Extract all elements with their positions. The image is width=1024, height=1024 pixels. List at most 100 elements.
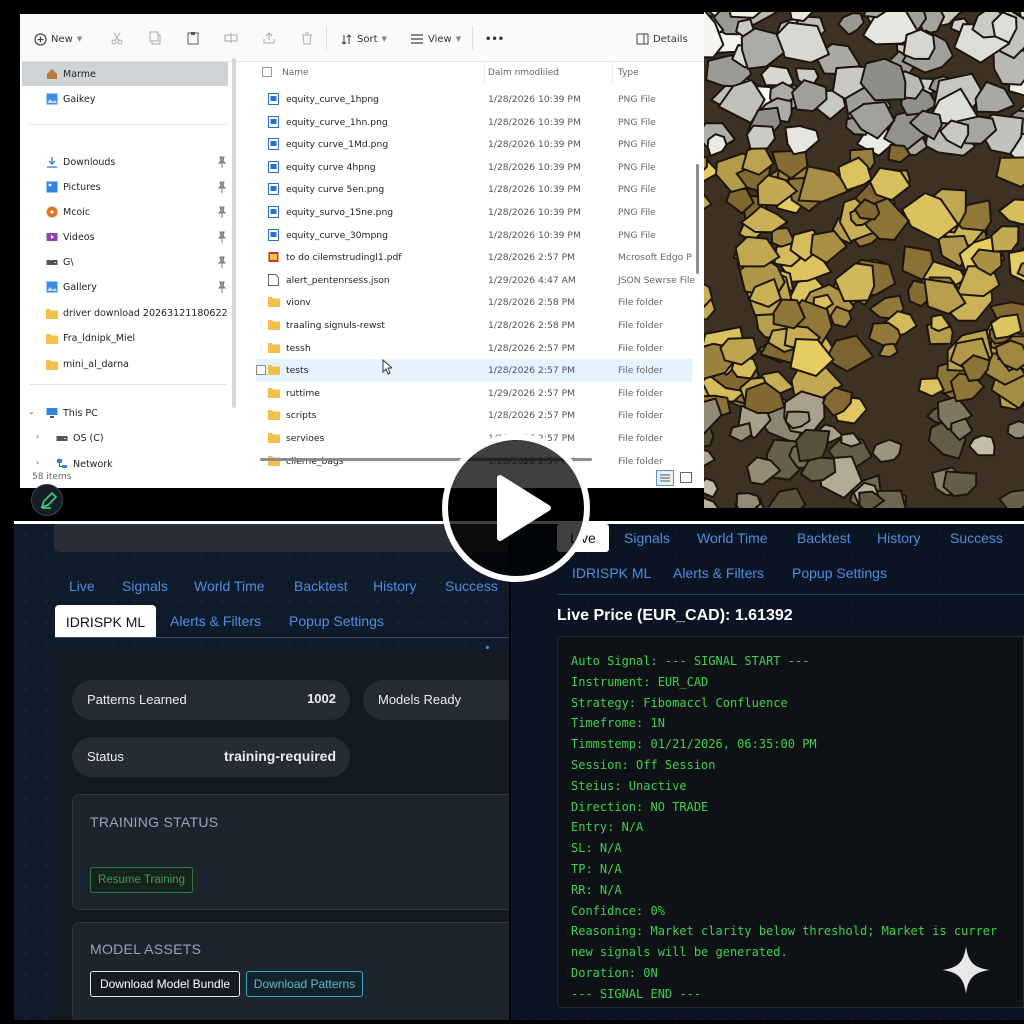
select-all-checkbox[interactable] <box>262 67 272 77</box>
nav-item-4[interactable]: Pictures <box>22 175 228 199</box>
file-type: PNG File <box>618 229 656 241</box>
chevron-right-icon[interactable]: › <box>36 458 39 467</box>
column-divider[interactable] <box>612 62 613 84</box>
file-row[interactable]: vionv 1/28/2026 2:58 PM File folder <box>256 291 692 314</box>
edit-button[interactable] <box>31 484 63 516</box>
toolbar-divider <box>326 26 327 50</box>
nav-item-9[interactable]: driver download 20263121180622Z 1- <box>22 301 228 325</box>
nav-item-8[interactable]: Gallery <box>22 275 228 299</box>
nav-item-7[interactable]: G\ <box>22 250 228 274</box>
nav-item-12[interactable]: ⌄ This PC <box>22 401 228 425</box>
share-icon[interactable] <box>262 31 276 45</box>
vertical-scrollbar[interactable] <box>696 164 699 274</box>
pin-icon[interactable] <box>217 281 227 293</box>
column-divider[interactable] <box>484 62 485 84</box>
tab-signals[interactable]: Signals <box>122 578 168 594</box>
nav-item-3[interactable]: Downlouds <box>22 150 228 174</box>
screenshot-root: New ▼ Sort ▼ View ▼ ••• Details Marme Ga… <box>0 0 1024 1024</box>
file-row[interactable]: equity_curve_1hpng 1/28/2026 10:39 PM PNG … <box>256 88 692 111</box>
column-type-header[interactable]: Type <box>618 68 639 78</box>
nav-item-5[interactable]: Mcoic <box>22 200 228 224</box>
tab-history[interactable]: History <box>373 578 417 594</box>
file-row[interactable]: traaling signuls-rewst 1/28/2026 2:58 PM F… <box>256 314 692 337</box>
file-row[interactable]: alert_pentenrsess.json 1/29/2026 4:47 AM J… <box>256 269 695 292</box>
file-row[interactable]: equity curve 4hpng 1/28/2026 10:39 PM PNG … <box>256 156 692 179</box>
file-row[interactable]: tests 1/28/2026 2:57 PM File folder <box>256 359 692 382</box>
tab-success[interactable]: Success <box>950 530 1003 546</box>
pdf-file-icon <box>268 251 279 263</box>
pin-icon[interactable] <box>217 231 227 243</box>
file-row[interactable]: to do cilemstrudingl1.pdf 1/28/2026 2:57 … <box>256 246 692 269</box>
row-checkbox[interactable] <box>256 365 266 376</box>
tab-world-time[interactable]: World Time <box>194 578 265 594</box>
sort-button[interactable]: Sort ▼ <box>340 30 387 48</box>
rename-icon[interactable] <box>224 31 238 45</box>
file-type: PNG File <box>618 139 656 151</box>
nav-item-1[interactable]: Marme <box>22 62 228 86</box>
nav-item-2[interactable]: Gaikey <box>22 87 228 111</box>
tab-popup-settings[interactable]: Popup Settings <box>792 565 887 581</box>
terminal-line: Instrument: EUR_CAD <box>571 674 709 689</box>
chevron-down-icon[interactable]: ⌄ <box>28 407 35 416</box>
nav-divider <box>30 124 226 125</box>
plus-circle-icon <box>34 32 47 46</box>
tab-backtest[interactable]: Backtest <box>797 530 851 546</box>
file-row[interactable]: equity curve_1Md.png 1/28/2026 10:39 PM PN… <box>256 133 692 156</box>
tab-alerts-filters[interactable]: Alerts & Filters <box>170 613 261 629</box>
tab-live[interactable]: Live <box>69 578 95 594</box>
paste-icon[interactable] <box>186 31 200 45</box>
view-button[interactable]: View ▼ <box>410 30 461 48</box>
status-label: Status <box>87 749 124 764</box>
file-row[interactable]: scripts 1/28/2026 2:57 PM File folder <box>256 404 692 427</box>
nav-item-13[interactable]: › OS (C) <box>22 426 228 450</box>
column-name-header[interactable]: Name <box>282 68 309 78</box>
model-assets-card: MODEL ASSETS Download Model Bundle Downl… <box>72 922 511 1020</box>
file-name: to do cilemstrudingl1.pdf <box>286 252 402 264</box>
download-patterns-button[interactable]: Download Patterns <box>246 971 363 997</box>
tab-popup-settings[interactable]: Popup Settings <box>289 613 384 629</box>
pin-icon[interactable] <box>217 181 227 193</box>
view-label: View <box>428 33 452 45</box>
nav-item-10[interactable]: Fra_ldnipk_Miel <box>22 326 228 350</box>
cut-icon[interactable] <box>110 31 124 45</box>
file-row[interactable]: tessh 1/28/2026 2:57 PM File folder <box>256 337 692 360</box>
file-row[interactable]: equity curve 5en.png 1/28/2026 10:39 PM PN… <box>256 178 692 201</box>
chevron-right-icon[interactable]: › <box>36 432 39 441</box>
drive-icon <box>56 432 68 444</box>
pin-icon[interactable] <box>217 206 227 218</box>
video-play-button[interactable] <box>442 434 590 582</box>
tab-success[interactable]: Success <box>445 578 498 594</box>
rock-stone <box>997 198 1024 226</box>
file-row[interactable]: equity_curve_1hn.png 1/28/2026 10:39 PM PN… <box>256 111 692 134</box>
nav-scrollbar[interactable] <box>232 58 236 408</box>
nav-divider <box>30 384 226 385</box>
rock-stone <box>990 225 1020 253</box>
tab-backtest[interactable]: Backtest <box>294 578 348 594</box>
pin-icon[interactable] <box>217 156 227 168</box>
tab-signals[interactable]: Signals <box>624 530 670 546</box>
tab-alerts-filters[interactable]: Alerts & Filters <box>673 565 764 581</box>
nav-item-label: driver download 20263121180622Z 1- <box>63 307 228 319</box>
new-button[interactable]: New ▼ <box>34 30 82 48</box>
more-options-button[interactable]: ••• <box>485 30 504 48</box>
tab-idrispk-ml-active[interactable]: IDRISPK ML <box>55 605 156 638</box>
nav-item-11[interactable]: mini_al_darna <box>22 352 228 376</box>
tiles-view-toggle[interactable] <box>680 472 692 483</box>
pin-icon[interactable] <box>217 256 227 268</box>
rock-wallpaper-image <box>704 12 1024 510</box>
file-row[interactable]: equity_curve_30mpng 1/28/2026 10:39 PM PNG… <box>256 224 692 247</box>
tab-history[interactable]: History <box>877 530 921 546</box>
resume-training-button[interactable]: Resume Training <box>90 867 193 893</box>
file-date: 1/28/2026 2:57 PM <box>488 365 576 377</box>
copy-icon[interactable] <box>148 31 162 45</box>
file-row[interactable]: equity_survo_15ne.png 1/28/2026 10:39 PM P… <box>256 201 692 224</box>
details-view-toggle[interactable] <box>656 470 674 486</box>
column-date-header[interactable]: Daim nmodliied <box>488 68 559 78</box>
nav-item-6[interactable]: Videos <box>22 225 228 249</box>
details-button[interactable]: Details <box>636 30 688 48</box>
delete-icon[interactable] <box>300 31 314 45</box>
file-row[interactable]: ruttime 1/29/2026 2:57 PM File folder <box>256 382 692 405</box>
tab-world-time[interactable]: World Time <box>697 530 768 546</box>
download-model-bundle-button[interactable]: Download Model Bundle <box>90 971 240 997</box>
nav-item-label: G\ <box>63 256 74 268</box>
